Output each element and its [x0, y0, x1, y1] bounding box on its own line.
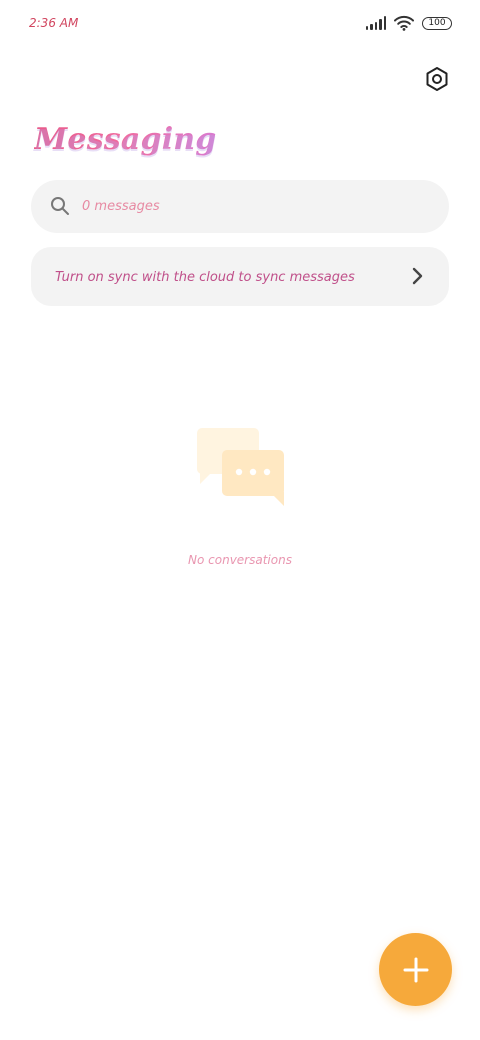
plus-icon [403, 957, 428, 982]
new-message-button[interactable] [379, 933, 452, 1006]
sync-banner[interactable]: Turn on sync with the cloud to sync mess… [31, 247, 449, 306]
battery-level: 100 [428, 17, 446, 28]
status-bar: 2:36 AM 100 [0, 0, 480, 46]
empty-state-text: No conversations [188, 553, 292, 567]
sync-banner-text: Turn on sync with the cloud to sync mess… [55, 270, 355, 285]
chat-bubbles-icon [197, 428, 284, 506]
search-placeholder: 0 messages [82, 199, 160, 214]
search-icon [51, 197, 69, 215]
messaging-screen: 2:36 AM 100 Messaging 0 messages Turn on… [0, 0, 480, 1040]
status-icons: 100 [365, 12, 452, 34]
page-title: Messaging [34, 122, 217, 157]
chevron-right-icon [412, 267, 423, 285]
search-bar[interactable]: 0 messages [31, 180, 449, 233]
settings-hex-icon [426, 67, 448, 91]
settings-button[interactable] [422, 64, 452, 94]
signal-icon [365, 16, 386, 30]
battery-icon: 100 [422, 16, 452, 30]
wifi-icon [394, 15, 414, 31]
status-time: 2:36 AM [29, 16, 79, 30]
